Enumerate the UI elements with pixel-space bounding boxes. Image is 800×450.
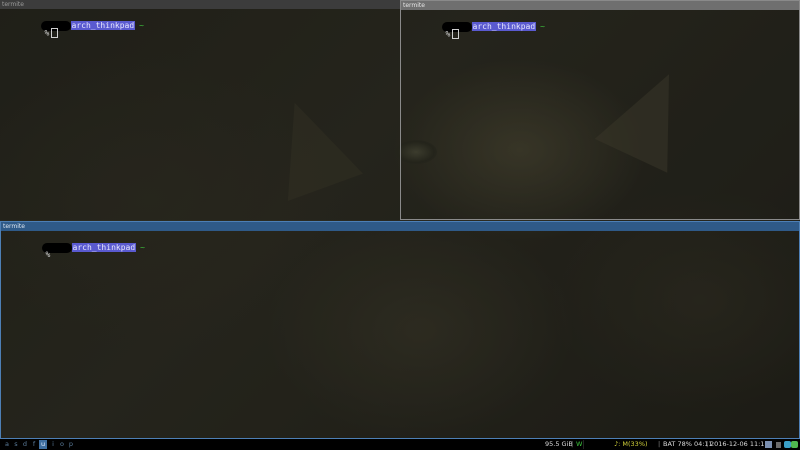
- desktop-wallpaper: termite arch_thinkpad ~ % termite arch_th…: [0, 0, 800, 450]
- package-icon[interactable]: [784, 441, 791, 448]
- terminal-window-top-right[interactable]: termite arch_thinkpad ~ %: [400, 0, 800, 220]
- terminal-titlebar[interactable]: termite: [1, 222, 799, 231]
- clock: 2016-12-06 11:17: [710, 440, 769, 448]
- terminal-window-bottom[interactable]: termite arch_thinkpad ~ %: [0, 221, 800, 439]
- terminal-body[interactable]: arch_thinkpad ~ %: [0, 9, 400, 220]
- prompt-input-line[interactable]: %: [6, 18, 59, 49]
- music-volume: ♪: M(33%): [614, 440, 648, 448]
- keyboard-icon[interactable]: [765, 441, 772, 448]
- disk-usage: 95.5 GiB: [545, 440, 573, 448]
- separator: |: [706, 440, 709, 448]
- prompt-input-line[interactable]: %: [407, 19, 460, 50]
- prompt-cwd: ~: [139, 21, 144, 30]
- network-icon[interactable]: [776, 442, 781, 448]
- separator: |: [571, 440, 574, 448]
- prompt-cwd: ~: [140, 243, 145, 252]
- prompt-input-line[interactable]: %: [7, 240, 51, 270]
- prompt-hostname: arch_thinkpad: [471, 22, 537, 31]
- terminal-titlebar[interactable]: termite: [0, 0, 400, 9]
- workspace-f[interactable]: f: [30, 440, 38, 449]
- workspace-u[interactable]: u: [39, 440, 47, 449]
- terminal-body[interactable]: arch_thinkpad ~ %: [1, 231, 799, 438]
- prompt-hostname: arch_thinkpad: [71, 243, 137, 252]
- separator: |: [658, 440, 661, 448]
- prompt-symbol: %: [45, 250, 51, 259]
- prompt-symbol: %: [445, 29, 451, 39]
- workspace-d[interactable]: d: [21, 440, 29, 449]
- workspace-s[interactable]: s: [12, 440, 20, 449]
- update-icon[interactable]: [791, 441, 798, 448]
- terminal-window-top-left[interactable]: termite arch_thinkpad ~ %: [0, 0, 400, 220]
- workspace-p[interactable]: p: [67, 440, 75, 449]
- terminal-titlebar[interactable]: termite: [401, 1, 799, 10]
- status-bar: a s d f u i o p 95.5 GiB | W ♪: M(33%) |…: [0, 439, 800, 450]
- workspace-i[interactable]: i: [49, 440, 57, 449]
- text-cursor: [452, 29, 460, 39]
- workspace-a[interactable]: a: [3, 440, 11, 449]
- prompt-symbol: %: [44, 28, 50, 38]
- text-cursor: [51, 28, 59, 38]
- wifi-status: W: [576, 440, 583, 448]
- workspace-o[interactable]: o: [58, 440, 66, 449]
- prompt-cwd: ~: [540, 22, 545, 31]
- terminal-body[interactable]: arch_thinkpad ~ %: [401, 10, 799, 219]
- prompt-hostname: arch_thinkpad: [70, 21, 136, 30]
